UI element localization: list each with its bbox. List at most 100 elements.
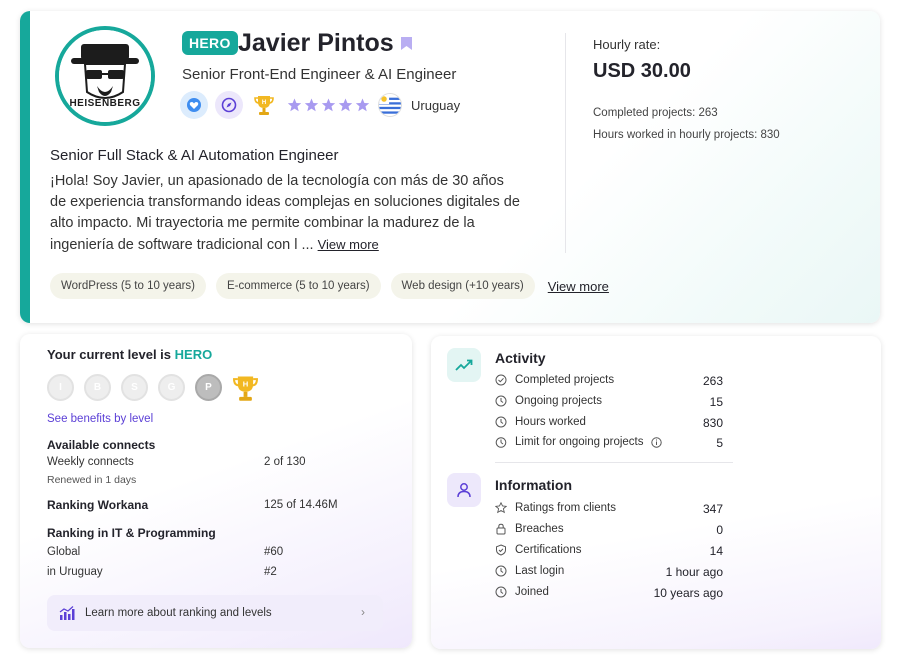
info-label: Joined xyxy=(515,586,549,598)
skills-view-more-link[interactable]: View more xyxy=(548,279,609,294)
star-outline-icon xyxy=(495,502,507,514)
chevron-right-icon: › xyxy=(361,605,365,619)
activity-row-completed: Completed projects xyxy=(495,374,614,386)
ranking-global-value: #60 xyxy=(264,546,284,558)
svg-text:H: H xyxy=(243,380,249,389)
avatar-caption: HEISENBERG xyxy=(69,98,141,109)
bookmark-icon[interactable] xyxy=(400,36,413,56)
info-label: Certifications xyxy=(515,544,582,556)
activity-value: 15 xyxy=(709,395,723,409)
info-row-certifications: Certifications xyxy=(495,544,581,556)
info-icon[interactable] xyxy=(651,436,663,448)
profile-card: HEISENBERG HERO Javier Pintos Senior Fro… xyxy=(20,11,880,323)
activity-value: 830 xyxy=(702,416,723,430)
vertical-divider xyxy=(565,33,566,253)
clock-icon xyxy=(495,565,507,577)
rating-stars xyxy=(287,98,371,113)
information-title: Information xyxy=(495,477,572,493)
avatar[interactable]: HEISENBERG xyxy=(55,26,155,126)
hero-level-badge: HERO xyxy=(182,31,238,55)
uruguay-flag-icon xyxy=(378,93,402,117)
clock-icon xyxy=(495,416,507,428)
info-value: 347 xyxy=(702,502,723,516)
bar-chart-icon xyxy=(59,605,75,620)
info-value: 1 hour ago xyxy=(665,565,723,579)
level-badge-iron[interactable]: I xyxy=(47,374,74,401)
activity-row-hours: Hours worked xyxy=(495,416,586,428)
star-icon xyxy=(287,98,370,111)
heart-shield-icon[interactable] xyxy=(180,91,208,119)
available-connects-title: Available connects xyxy=(47,438,156,452)
level-badge-gold[interactable]: G xyxy=(158,374,185,401)
hours-worked-stat: Hours worked in hourly projects: 830 xyxy=(593,129,780,141)
activity-label: Ongoing projects xyxy=(515,395,602,407)
activity-label: Limit for ongoing projects xyxy=(515,436,644,448)
current-level-title: Your current level is HERO xyxy=(47,347,212,362)
trending-up-icon xyxy=(447,348,481,382)
bio-text: ¡Hola! Soy Javier, un apasionado de la t… xyxy=(50,173,520,253)
info-label: Last login xyxy=(515,565,565,577)
level-card: Your current level is HERO I B S G P H S… xyxy=(20,334,412,648)
activity-label: Completed projects xyxy=(515,374,615,386)
info-row-joined: Joined xyxy=(495,586,549,598)
profile-country: Uruguay xyxy=(411,97,461,113)
timer-icon xyxy=(495,437,507,448)
learn-more-ranking-button[interactable]: Learn more about ranking and levels › xyxy=(47,595,383,631)
skills-list: WordPress (5 to 10 years) E-commerce (5 … xyxy=(50,273,609,299)
ranking-global-label: Global xyxy=(47,546,81,558)
bio-view-more-link[interactable]: View more xyxy=(318,237,379,252)
hourly-rate-value: USD 30.00 xyxy=(593,60,691,82)
level-badge-bronze[interactable]: B xyxy=(84,374,111,401)
ranking-uruguay-value: #2 xyxy=(264,566,277,578)
info-row-ratings: Ratings from clients xyxy=(495,502,616,514)
see-benefits-link[interactable]: See benefits by level xyxy=(47,413,153,425)
learn-more-label: Learn more about ranking and levels xyxy=(85,607,272,619)
activity-row-ongoing: Ongoing projects xyxy=(495,395,602,407)
info-row-breaches: Breaches xyxy=(495,523,564,535)
svg-text:H: H xyxy=(262,100,266,106)
ranking-it-title: Ranking in IT & Programming xyxy=(47,526,216,540)
info-value: 14 xyxy=(709,544,723,558)
activity-title: Activity xyxy=(495,350,546,366)
info-label: Breaches xyxy=(515,523,564,535)
section-divider xyxy=(495,462,733,463)
activity-label: Hours worked xyxy=(515,416,586,428)
info-value: 10 years ago xyxy=(653,586,723,600)
user-icon xyxy=(447,473,481,507)
profile-headline: Senior Full Stack & AI Automation Engine… xyxy=(50,147,339,164)
connects-renewed: Renewed in 1 days xyxy=(47,474,137,486)
profile-bio: ¡Hola! Soy Javier, un apasionado de la t… xyxy=(50,171,520,256)
ranking-workana-title: Ranking Workana xyxy=(47,498,149,512)
weekly-connects-label: Weekly connects xyxy=(47,456,134,468)
skill-chip[interactable]: E-commerce (5 to 10 years) xyxy=(216,273,381,299)
level-badge-hero-trophy-icon[interactable]: H xyxy=(232,374,259,401)
info-value: 0 xyxy=(716,523,723,537)
completed-projects-stat: Completed projects: 263 xyxy=(593,107,718,119)
clock-icon xyxy=(495,395,507,407)
skill-chip[interactable]: Web design (+10 years) xyxy=(390,273,535,299)
activity-row-limit: Limit for ongoing projects xyxy=(495,436,663,448)
current-level-name: HERO xyxy=(174,347,213,362)
profile-name: Javier Pintos xyxy=(238,29,394,57)
level-badge-silver[interactable]: S xyxy=(121,374,148,401)
level-badges: I B S G P H xyxy=(47,374,259,401)
info-label: Ratings from clients xyxy=(515,502,616,514)
activity-card: Activity Completed projects 263 Ongoing … xyxy=(431,336,881,649)
profile-badges: H Uruguay xyxy=(180,91,460,119)
hourly-rate-label: Hourly rate: xyxy=(593,37,661,52)
ranking-workana-value: 125 of 14.46M xyxy=(264,499,338,511)
compass-icon[interactable] xyxy=(215,91,243,119)
activity-value: 5 xyxy=(716,436,723,450)
check-circle-icon xyxy=(495,374,507,386)
ranking-uruguay-label: in Uruguay xyxy=(47,566,103,578)
clock-icon xyxy=(495,586,507,598)
lock-icon xyxy=(496,523,506,535)
skill-chip[interactable]: WordPress (5 to 10 years) xyxy=(50,273,207,299)
info-row-last-login: Last login xyxy=(495,565,564,577)
shield-check-icon xyxy=(496,544,506,556)
trophy-icon[interactable]: H xyxy=(250,91,278,119)
activity-value: 263 xyxy=(702,374,723,388)
current-level-prefix: Your current level is xyxy=(47,347,172,362)
weekly-connects-value: 2 of 130 xyxy=(264,456,306,468)
level-badge-platinum[interactable]: P xyxy=(195,374,222,401)
